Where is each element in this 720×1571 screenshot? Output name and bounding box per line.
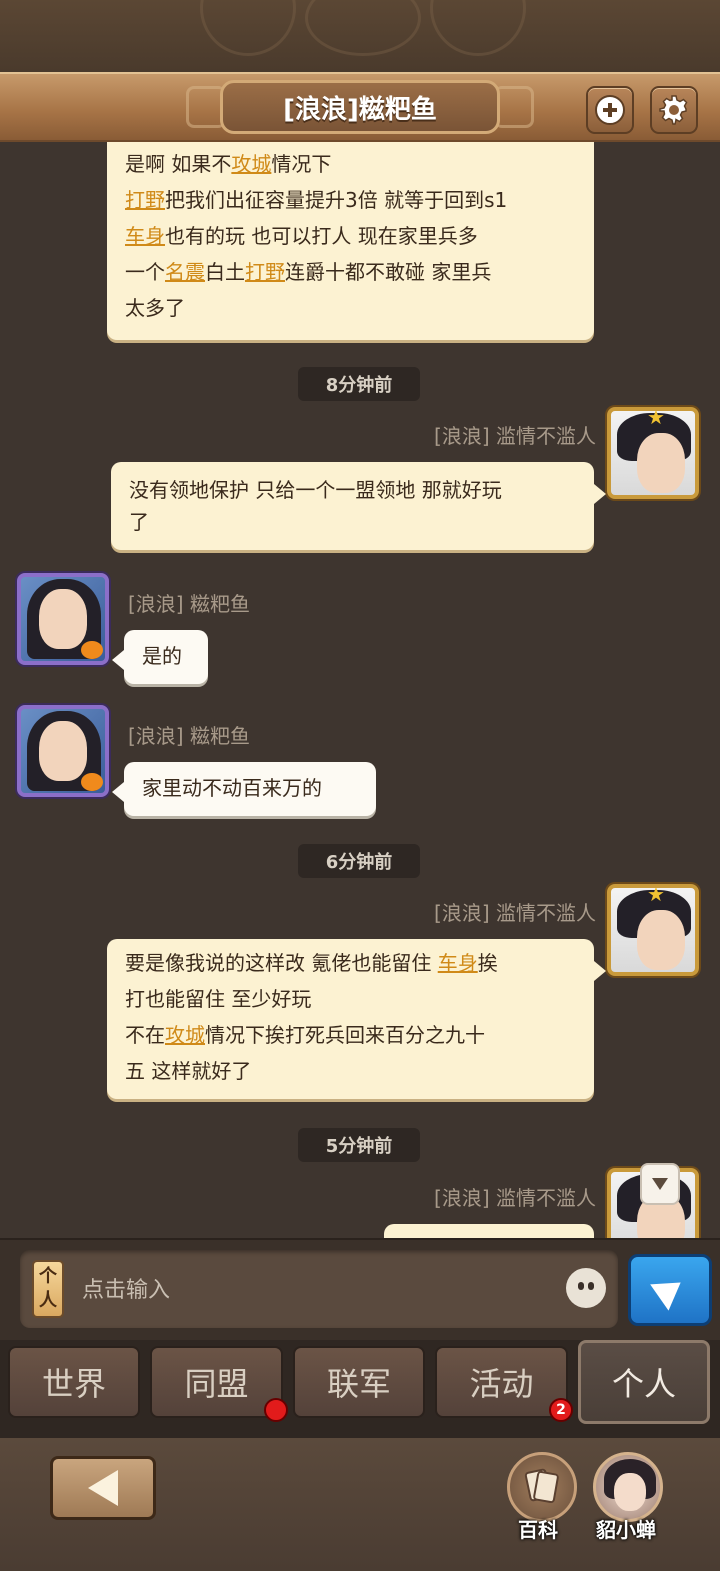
input-bar: 个 人 点击输入 <box>0 1238 720 1342</box>
cards-icon <box>524 1468 559 1504</box>
timestamp: 5分钟前 <box>298 1128 420 1162</box>
send-button[interactable] <box>628 1254 712 1326</box>
chat-header: [浪浪]糍粑鱼 <box>0 72 720 142</box>
sender-name: [浪浪] 滥情不滥人 <box>434 901 596 925</box>
keyword-link[interactable]: 打野 <box>245 260 285 284</box>
message-bubble: 是的 <box>112 630 208 684</box>
top-background <box>0 0 720 72</box>
tab-coalition[interactable]: 联军 <box>293 1346 425 1418</box>
message-bubble <box>384 1224 594 1238</box>
pumpkin-icon <box>81 773 103 791</box>
tab-alliance[interactable]: 同盟 <box>150 1346 288 1422</box>
assistant-avatar[interactable] <box>593 1452 663 1522</box>
chat-title: [浪浪]糍粑鱼 <box>220 80 500 134</box>
bottom-bar: 百科 貂小蝉 <box>0 1438 720 1571</box>
arrow-down-icon <box>652 1178 668 1190</box>
keyword-link[interactable]: 车身 <box>125 224 165 248</box>
plus-icon <box>595 95 625 125</box>
sender-name: [浪浪] 滥情不滥人 <box>434 1186 596 1210</box>
timestamp: 6分钟前 <box>298 844 420 878</box>
avatar[interactable] <box>17 705 109 797</box>
keyword-link[interactable]: 攻城 <box>231 152 271 176</box>
chat-area[interactable]: 是啊 如果不攻城情况下 打野把我们出征容量提升3倍 就等于回到s1 车身也有的玩… <box>0 142 720 1238</box>
timestamp: 8分钟前 <box>298 367 420 401</box>
tab-activity[interactable]: 活动 2 <box>435 1346 573 1422</box>
back-arrow-icon <box>88 1470 118 1506</box>
notification-dot <box>264 1398 288 1422</box>
settings-button[interactable] <box>650 86 698 134</box>
input-placeholder: 点击输入 <box>82 1278 171 1303</box>
keyword-link[interactable]: 名震 <box>165 260 205 284</box>
avatar[interactable] <box>17 573 109 665</box>
keyword-link[interactable]: 打野 <box>125 188 165 212</box>
avatar[interactable]: ★ <box>607 407 699 499</box>
add-button[interactable] <box>586 86 634 134</box>
message-bubble: 要是像我说的这样改 氪佬也能留住 车身挨 打也能留住 至少好玩 不在攻城情况下挨… <box>107 939 606 1099</box>
message-bubble: 没有领地保护 只给一个一盟领地 那就好玩了 <box>111 462 606 550</box>
tab-world[interactable]: 世界 <box>8 1346 140 1418</box>
header-ornament-right <box>494 86 534 128</box>
keyword-link[interactable]: 车身 <box>438 951 478 975</box>
encyclopedia-label: 百科 <box>518 1518 558 1542</box>
emoji-icon[interactable] <box>566 1268 606 1308</box>
keyword-link[interactable]: 攻城 <box>165 1023 205 1047</box>
sender-name: [浪浪] 滥情不滥人 <box>434 424 596 448</box>
star-icon: ★ <box>647 884 665 906</box>
scroll-to-bottom-button[interactable] <box>640 1163 680 1205</box>
channel-tag[interactable]: 个 人 <box>32 1260 64 1318</box>
pumpkin-icon <box>81 641 103 659</box>
back-button[interactable] <box>50 1456 156 1520</box>
avatar[interactable]: ★ <box>607 884 699 976</box>
encyclopedia-button[interactable] <box>507 1452 577 1522</box>
tab-personal[interactable]: 个人 <box>578 1340 710 1424</box>
message-input[interactable]: 个 人 点击输入 <box>20 1250 618 1328</box>
message-bubble: 是啊 如果不攻城情况下 打野把我们出征容量提升3倍 就等于回到s1 车身也有的玩… <box>107 142 594 340</box>
message-bubble: 家里动不动百来万的 <box>112 762 376 816</box>
sender-name: [浪浪] 糍粑鱼 <box>128 724 250 748</box>
gear-icon <box>659 95 688 125</box>
assistant-label: 貂小蝉 <box>596 1518 656 1542</box>
channel-tabs: 世界 同盟 联军 活动 2 个人 <box>0 1340 720 1438</box>
star-icon: ★ <box>647 407 665 429</box>
send-icon <box>650 1269 690 1311</box>
badge-count: 2 <box>549 1398 573 1422</box>
sender-name: [浪浪] 糍粑鱼 <box>128 592 250 616</box>
